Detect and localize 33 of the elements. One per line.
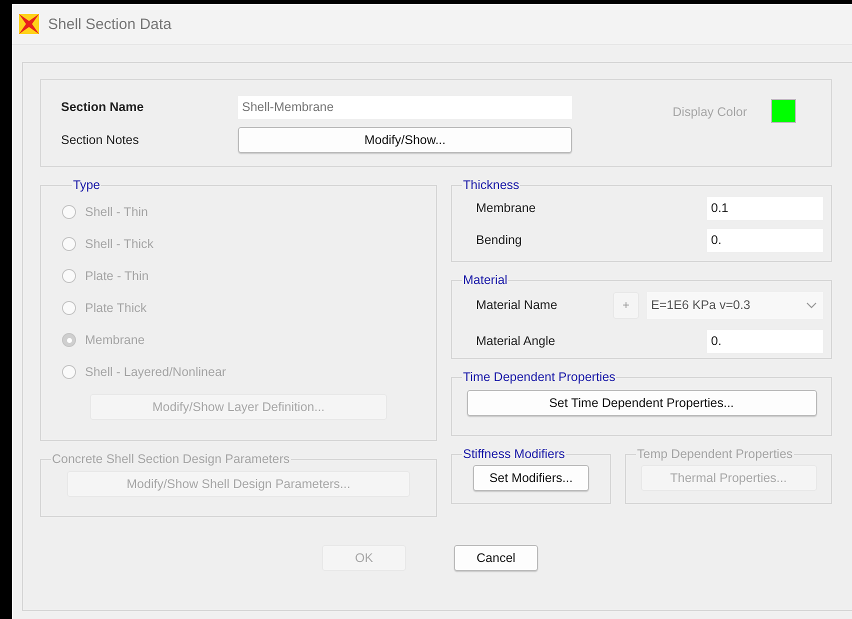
section-name-label: Section Name [61, 100, 145, 114]
group-title: Time Dependent Properties [462, 370, 616, 384]
radio-label: Plate Thick [85, 301, 147, 315]
group-title: Concrete Shell Section Design Parameters [51, 452, 291, 466]
section-name-field[interactable]: Shell-Membrane [238, 96, 572, 118]
group-title: Material [462, 273, 508, 287]
section-notes-label: Section Notes [61, 133, 140, 147]
group-title: Thickness [462, 178, 520, 192]
chevron-down-icon [806, 302, 817, 308]
modify-show-button[interactable]: Modify/Show... [238, 127, 572, 153]
thickness-field[interactable]: 0.1 [707, 196, 823, 220]
time-dependent-button[interactable]: Set Time Dependent Properties... [466, 390, 816, 416]
material-dropdown[interactable]: E=1E6 KPa v=0.3 [647, 292, 823, 318]
app-logo-icon [18, 13, 40, 35]
radio-label: Shell - Thick [85, 237, 154, 251]
group-title: Stiffness Modifiers [462, 447, 566, 461]
material-name-label: Material Name [476, 298, 558, 312]
color-swatch[interactable] [771, 99, 796, 123]
window-title: Shell Section Data [48, 16, 172, 32]
radio-label: Membrane [85, 333, 145, 347]
display-color-label: Display Color [672, 105, 747, 119]
radio-label: Shell - Layered/Nonlinear [85, 365, 226, 379]
dialog-button[interactable]: Cancel [454, 545, 538, 571]
group-title: Type [72, 178, 102, 192]
radio-label: Shell - Thin [85, 205, 148, 219]
thickness-label: Bending [476, 233, 522, 247]
set-modifiers-button[interactable]: Set Modifiers... [473, 465, 589, 491]
material-angle-field[interactable]: 0. [707, 330, 823, 352]
thickness-label: Membrane [476, 201, 536, 215]
radio-label: Plate - Thin [85, 269, 149, 283]
thickness-field[interactable]: 0. [707, 228, 823, 252]
group-title: Temp Dependent Properties [636, 447, 794, 461]
material-angle-label: Material Angle [476, 334, 556, 348]
